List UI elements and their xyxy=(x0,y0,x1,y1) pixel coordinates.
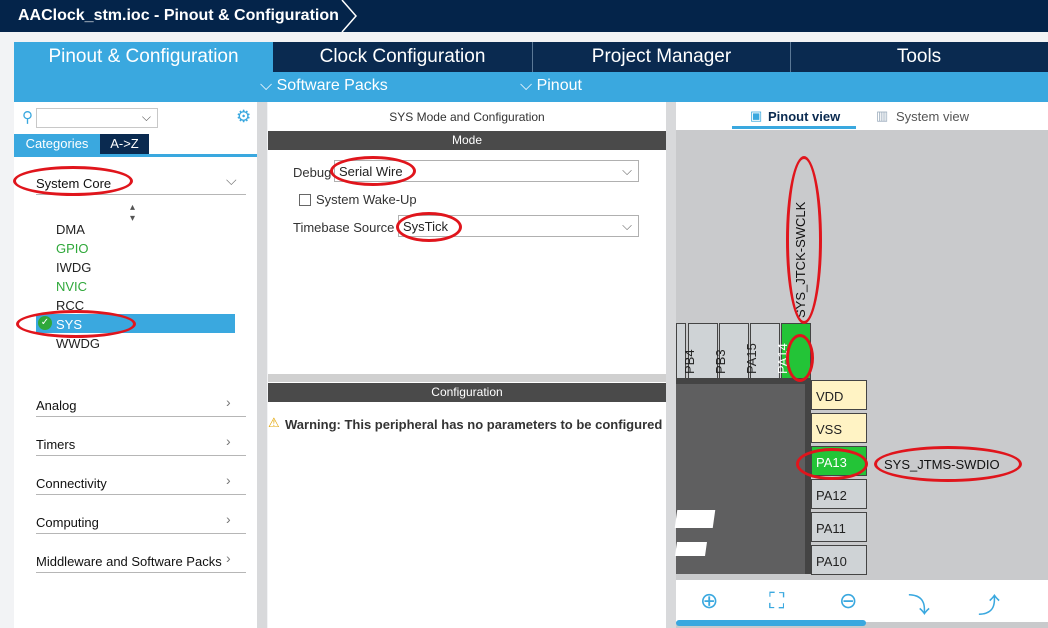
horizontal-scrollbar[interactable] xyxy=(676,620,866,626)
chevron-right-icon[interactable]: › xyxy=(226,394,231,410)
pinout-view-header: ▣ Pinout view ▥ System view xyxy=(676,102,1048,130)
annotation-ellipse xyxy=(330,156,416,186)
categories-button[interactable]: Categories xyxy=(14,134,100,154)
pin-pa12[interactable]: PA12 xyxy=(811,479,867,509)
pin-pa11[interactable]: PA11 xyxy=(811,512,867,542)
mode-header: Mode xyxy=(268,131,666,150)
annotation-ellipse xyxy=(13,166,133,196)
gear-icon[interactable]: ⚙ xyxy=(236,107,251,127)
search-input[interactable]: ⌵ xyxy=(36,108,158,128)
rotate-left-icon[interactable]: ⤴ xyxy=(978,588,1000,620)
system-view-icon: ▥ xyxy=(876,108,889,123)
main-tab-bar: Pinout & Configuration Clock Configurati… xyxy=(14,42,1048,72)
annotation-ellipse xyxy=(396,212,462,242)
chevron-down-icon[interactable]: ⌵ xyxy=(142,110,151,125)
chip-icon: ▣ xyxy=(750,108,763,123)
annotation-ellipse xyxy=(786,156,822,324)
section-divider xyxy=(268,374,666,382)
chevron-down-icon: ⌵ xyxy=(622,163,632,178)
wakeup-checkbox[interactable] xyxy=(299,194,311,206)
search-icon: ⚲ xyxy=(22,109,33,126)
tab-pinout-view[interactable]: Pinout view xyxy=(768,109,840,124)
pinout-menu[interactable]: ⌵ Pinout xyxy=(520,77,582,95)
panel-title: SYS Mode and Configuration xyxy=(389,110,545,124)
rotate-right-icon[interactable]: ⤵ xyxy=(908,588,930,620)
pin-pa10[interactable]: PA10 xyxy=(811,545,867,575)
software-packs-label: Software Packs xyxy=(276,77,388,94)
category-timers[interactable]: Timers xyxy=(36,437,75,452)
sort-icon[interactable]: ▴ ▾ xyxy=(130,202,135,224)
software-packs-menu[interactable]: ⌵ Software Packs xyxy=(260,77,388,95)
pin-vss[interactable]: VSS xyxy=(811,413,867,443)
chevron-right-icon[interactable]: › xyxy=(226,433,231,449)
zoom-in-icon[interactable]: ⊕ xyxy=(700,588,718,614)
category-analog[interactable]: Analog xyxy=(36,398,76,413)
list-item-iwdg[interactable]: IWDG xyxy=(56,260,91,275)
tab-clock-configuration[interactable]: Clock Configuration xyxy=(273,42,532,72)
list-item-nvic[interactable]: NVIC xyxy=(56,279,87,294)
pinout-toolbar: ⊕ ⛶ ⊖ ⤵ ⤴ xyxy=(676,580,1048,622)
configuration-header: Configuration xyxy=(268,383,666,402)
view-toggle: Categories A->Z xyxy=(14,134,257,156)
a-z-button[interactable]: A->Z xyxy=(100,134,149,154)
chevron-right-icon[interactable]: › xyxy=(226,472,231,488)
warning-icon: ⚠ xyxy=(268,415,280,430)
annotation-ellipse xyxy=(16,310,136,338)
window-titlebar: AAClock_stm.ioc - Pinout & Configuration xyxy=(0,0,1048,32)
divider xyxy=(14,154,257,157)
sub-menu-bar: ⌵ Software Packs ⌵ Pinout xyxy=(14,72,1048,102)
chevron-right-icon[interactable]: › xyxy=(226,550,231,566)
category-computing[interactable]: Computing xyxy=(36,515,99,530)
panel-splitter[interactable] xyxy=(257,102,267,628)
list-item-wwdg[interactable]: WWDG xyxy=(56,336,100,351)
tab-tools[interactable]: Tools xyxy=(790,42,1048,72)
fit-screen-icon[interactable]: ⛶ xyxy=(769,588,784,614)
category-connectivity[interactable]: Connectivity xyxy=(36,476,107,491)
debug-label: Debug xyxy=(293,165,332,180)
list-item-gpio[interactable]: GPIO xyxy=(56,241,89,256)
annotation-ellipse xyxy=(796,448,868,480)
chevron-down-icon: ⌵ xyxy=(622,218,632,233)
zoom-out-icon[interactable]: ⊖ xyxy=(839,588,857,614)
timebase-label: Timebase Source xyxy=(293,220,395,235)
window-title: AAClock_stm.ioc - Pinout & Configuration xyxy=(18,7,339,24)
annotation-ellipse xyxy=(874,446,1022,482)
chevron-down-icon[interactable]: ⌵ xyxy=(226,172,237,189)
mode-configuration-panel: SYS Mode and Configuration Mode Debug Se… xyxy=(268,102,666,628)
wakeup-label: System Wake-Up xyxy=(316,192,417,207)
category-middleware[interactable]: Middleware and Software Packs xyxy=(36,554,222,569)
tab-system-view[interactable]: System view xyxy=(896,109,969,124)
chevron-right-icon[interactable]: › xyxy=(226,511,231,527)
list-item-dma[interactable]: DMA xyxy=(56,222,85,237)
pinout-label: Pinout xyxy=(536,77,582,94)
panel-splitter[interactable] xyxy=(666,102,676,628)
pin-vdd[interactable]: VDD xyxy=(811,380,867,410)
breadcrumb-chevron-icon xyxy=(341,0,357,32)
annotation-ellipse xyxy=(786,334,814,382)
tab-pinout-configuration[interactable]: Pinout & Configuration xyxy=(14,42,273,72)
warning-text: Warning: This peripheral has no paramete… xyxy=(285,417,663,432)
tab-project-manager[interactable]: Project Manager xyxy=(532,42,791,72)
